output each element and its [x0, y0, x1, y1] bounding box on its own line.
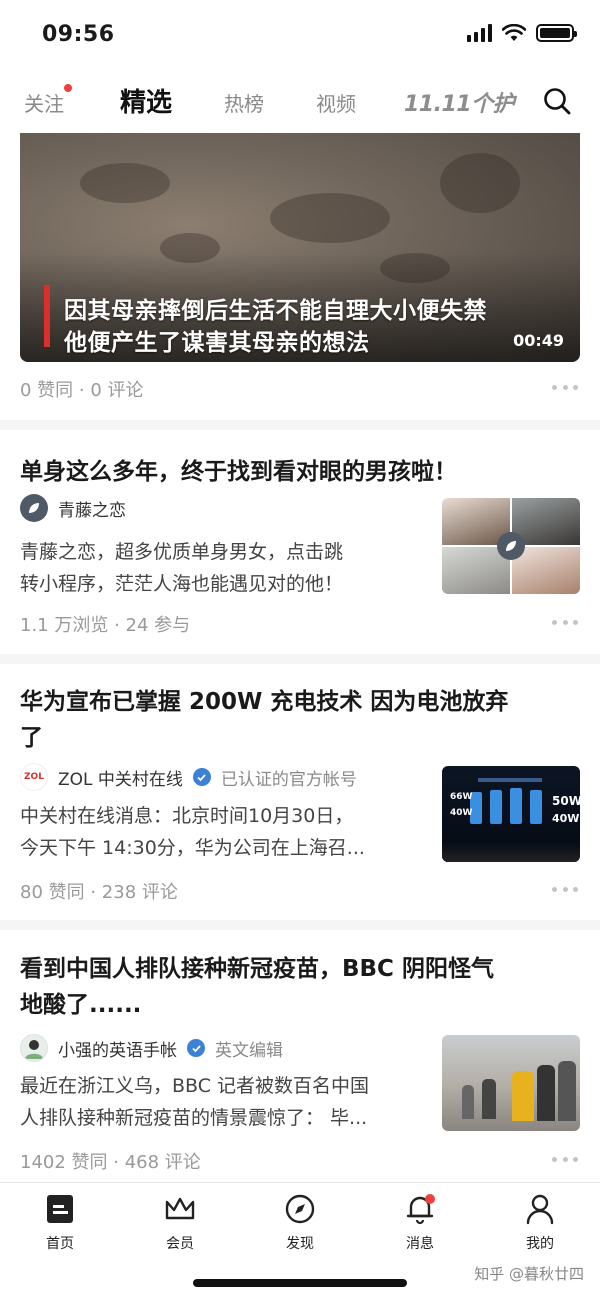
article-meta: 80 赞同 · 238 评论 [20, 882, 178, 903]
feed-divider [0, 654, 600, 664]
nav-membership-label: 会员 [166, 1236, 194, 1252]
article-author-tag: 英文编辑 [215, 1040, 283, 1061]
compass-icon [285, 1194, 315, 1224]
bell-icon [406, 1194, 435, 1225]
article-title-line-2: 地酸了...... [20, 992, 142, 1018]
crown-icon [165, 1197, 195, 1220]
article-author[interactable]: ZOL ZOL 中关村在线 已认证的官方帐号 [20, 763, 357, 791]
status-bar: 09:56 [0, 0, 600, 70]
article-excerpt-line-1: 最近在浙江义乌，BBC 记者被数百名中国 [20, 1075, 370, 1097]
feed-divider [0, 420, 600, 430]
article-title-line-1: 看到中国人排队接种新冠疫苗，BBC 阴阳怪气 [20, 956, 494, 982]
article-excerpt-line-2: 人排队接种新冠疫苗的情景震惊了： 毕... [20, 1107, 368, 1129]
article-thumbnail[interactable] [442, 1035, 580, 1131]
article-thumbnail[interactable]: 66W 40W 50W 40W [442, 766, 580, 862]
article-meta: 1402 赞同 · 468 评论 [20, 1152, 201, 1173]
nav-discover[interactable]: 发现 [260, 1191, 340, 1253]
article-excerpt-line-1: 中关村在线消息：北京时间10月30日， [20, 805, 354, 827]
home-indicator[interactable] [193, 1279, 407, 1287]
ad-author-name: 青藤之恋 [58, 500, 126, 521]
wifi-icon [502, 24, 526, 41]
tab-video[interactable]: 视频 [316, 88, 356, 117]
article-author-name: ZOL 中关村在线 [58, 769, 183, 790]
qingteng-badge-icon [497, 532, 525, 560]
article-title[interactable]: 看到中国人排队接种新冠疫苗，BBC 阴阳怪气 地酸了...... [20, 951, 580, 1023]
ad-meta: 1.1 万浏览 · 24 参与 [20, 615, 191, 636]
search-icon[interactable] [542, 86, 572, 116]
article-title[interactable]: 华为宣布已掌握 200W 充电技术 因为电池放弃 了 [20, 684, 580, 756]
article-excerpt-line-2: 今天下午 14:30分，华为公司在上海召... [20, 837, 365, 859]
nav-home-label: 首页 [46, 1236, 74, 1252]
ad-excerpt-line-1: 青藤之恋，超多优质单身男女，点击跳 [20, 541, 344, 563]
tab-follow[interactable]: 关注 [24, 88, 64, 117]
qingteng-logo-icon [20, 494, 48, 522]
article-excerpt[interactable]: 最近在浙江义乌，BBC 记者被数百名中国 人排队接种新冠疫苗的情景震惊了： 毕.… [20, 1070, 420, 1134]
video-caption-line-1: 因其母亲摔倒后生活不能自理大小便失禁 [64, 298, 487, 324]
status-icons [467, 24, 577, 42]
article-author[interactable]: 小强的英语手帐 英文编辑 [20, 1034, 283, 1062]
ad-thumbnail[interactable] [442, 498, 580, 594]
article-author-name: 小强的英语手帐 [58, 1040, 177, 1061]
ad-excerpt[interactable]: 青藤之恋，超多优质单身男女，点击跳 转小程序，茫茫人海也能遇见对的他！ [20, 536, 420, 600]
more-options-icon[interactable] [552, 385, 578, 391]
more-options-icon[interactable] [552, 1157, 578, 1163]
ad-author[interactable]: 青藤之恋 [20, 494, 126, 522]
more-options-icon[interactable] [552, 887, 578, 893]
nav-messages-label: 消息 [406, 1236, 434, 1252]
video-caption-line-2: 他便产生了谋害其母亲的想法 [64, 330, 370, 356]
feed-divider [0, 920, 600, 930]
article-author-tag: 已认证的官方帐号 [220, 769, 357, 790]
nav-messages[interactable]: 消息 [380, 1191, 460, 1253]
nav-profile[interactable]: 我的 [500, 1191, 580, 1253]
tab-featured[interactable]: 精选 [120, 82, 172, 119]
video-meta: 0 赞同 · 0 评论 [20, 380, 144, 401]
home-icon [47, 1195, 73, 1223]
article-excerpt[interactable]: 中关村在线消息：北京时间10月30日， 今天下午 14:30分，华为公司在上海召… [20, 800, 420, 864]
ad-title[interactable]: 单身这么多年，终于找到看对眼的男孩啦！ [20, 454, 580, 490]
article-title-line-1: 华为宣布已掌握 200W 充电技术 因为电池放弃 [20, 689, 509, 715]
follow-notification-dot [64, 84, 72, 92]
top-nav: 关注 精选 热榜 视频 11.11个护 [0, 72, 600, 132]
battery-icon [536, 24, 577, 42]
nav-profile-label: 我的 [526, 1236, 554, 1252]
nav-membership[interactable]: 会员 [140, 1191, 220, 1253]
nav-discover-label: 发现 [286, 1236, 314, 1252]
zol-logo-icon: ZOL [20, 763, 48, 791]
author-avatar [20, 1034, 48, 1062]
video-duration: 00:49 [513, 331, 564, 350]
person-icon [526, 1194, 554, 1225]
article-title-line-2: 了 [20, 725, 43, 751]
tab-hot-list[interactable]: 热榜 [224, 88, 264, 117]
cellular-signal-icon [467, 24, 492, 42]
ad-excerpt-line-2: 转小程序，茫茫人海也能遇见对的他！ [20, 573, 344, 595]
nav-home[interactable]: 首页 [20, 1191, 100, 1253]
caption-accent-bar [44, 285, 50, 347]
more-options-icon[interactable] [552, 620, 578, 626]
verified-badge-icon [192, 768, 211, 786]
video-player[interactable]: 因其母亲摔倒后生活不能自理大小便失禁 他便产生了谋害其母亲的想法 00:49 [20, 133, 580, 362]
tab-promo-1111[interactable]: 11.11个护 [404, 86, 515, 118]
verified-badge-icon [187, 1039, 205, 1057]
watermark: 知乎 @暮秋廿四 [474, 1265, 584, 1283]
status-time: 09:56 [42, 22, 115, 47]
